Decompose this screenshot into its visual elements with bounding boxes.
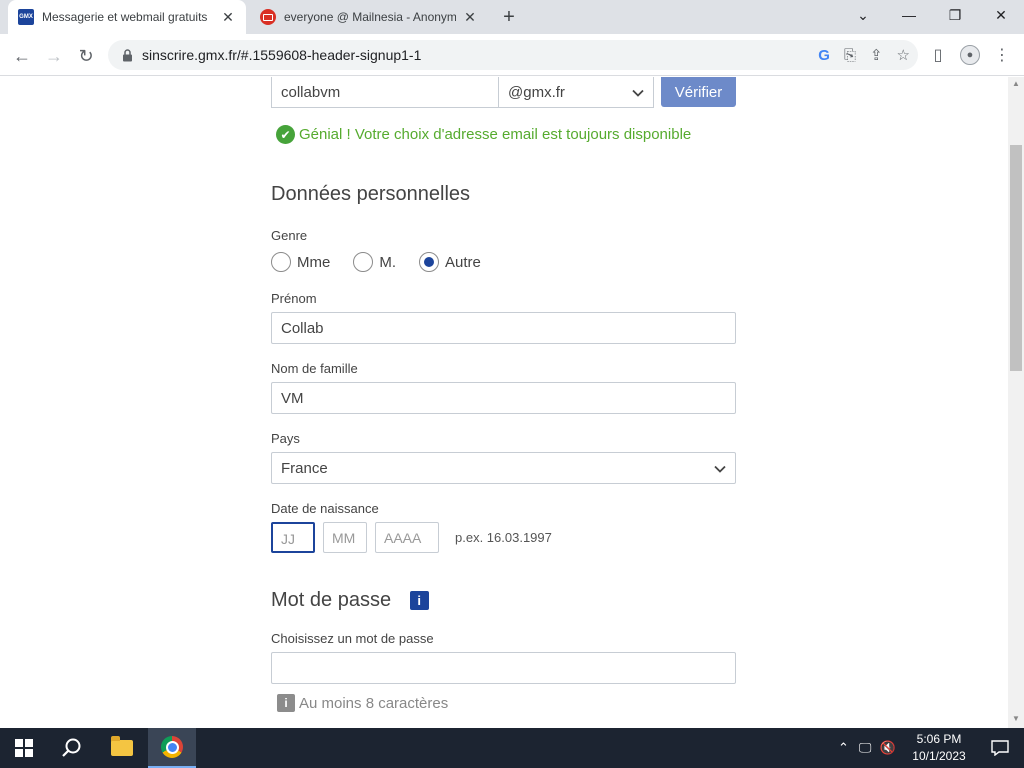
email-row: collabvm @gmx.fr — [271, 77, 654, 108]
email-local-input[interactable]: collabvm — [271, 77, 499, 108]
browser-tab-strip: GMX Messagerie et webmail gratuits ✕ eve… — [0, 0, 1024, 34]
first-name-label: Prénom — [271, 291, 317, 306]
tab-mailnesia[interactable]: everyone @ Mailnesia - Anonym ✕ — [250, 0, 488, 34]
radio-circle-icon[interactable] — [271, 252, 291, 272]
country-value: France — [281, 459, 328, 477]
start-button[interactable] — [0, 728, 48, 768]
volume-muted-icon[interactable]: 🔇 — [879, 740, 895, 756]
email-domain-value: @gmx.fr — [508, 83, 565, 101]
birthdate-label: Date de naissance — [271, 501, 379, 516]
network-icon[interactable]: 🖵 — [859, 740, 872, 756]
side-panel-icon[interactable]: ▯ — [925, 42, 951, 68]
info-icon[interactable]: i — [409, 591, 429, 611]
chevron-down-icon — [714, 460, 726, 477]
birth-day-input[interactable]: JJ — [271, 522, 315, 553]
address-bar[interactable]: sinscrire.gmx.fr/#.1559608-header-signup… — [108, 40, 918, 70]
radio-label: Autre — [445, 253, 481, 271]
tab-gmx[interactable]: GMX Messagerie et webmail gratuits ✕ — [8, 0, 246, 34]
scroll-thumb[interactable] — [1010, 145, 1022, 371]
browser-toolbar: ← → ↻ sinscrire.gmx.fr/#.1559608-header-… — [0, 34, 1024, 76]
tab-title: Messagerie et webmail gratuits — [42, 10, 208, 24]
availability-message: ✔ Génial ! Votre choix d'adresse email e… — [276, 125, 691, 144]
gender-label: Genre — [271, 228, 308, 243]
windows-logo-icon — [15, 739, 33, 757]
radio-m[interactable]: M. — [353, 252, 396, 272]
clock-date: 10/1/2023 — [912, 749, 966, 763]
gmx-favicon-icon: GMX — [18, 9, 34, 25]
bookmark-star-icon[interactable]: ☆ — [897, 46, 910, 64]
last-name-label: Nom de famille — [271, 361, 358, 376]
profile-button[interactable]: ● — [957, 42, 983, 68]
taskbar-clock[interactable]: 5:06 PM 10/1/2023 — [906, 731, 972, 765]
info-icon: i — [277, 694, 295, 712]
verify-button[interactable]: Vérifier — [661, 77, 736, 107]
tab-search-chevron-icon[interactable]: ⌄ — [840, 0, 886, 30]
translate-icon[interactable]: ⎘ — [844, 47, 856, 64]
password-heading-text: Mot de passe — [271, 589, 392, 611]
share-icon[interactable]: ⇪ — [870, 46, 883, 64]
close-icon[interactable]: ✕ — [220, 9, 236, 25]
chevron-up-icon[interactable]: ⌃ — [838, 740, 849, 756]
chrome-taskbar-icon[interactable] — [148, 728, 196, 768]
tab-title: everyone @ Mailnesia - Anonym — [284, 10, 456, 24]
google-icon[interactable]: G — [818, 47, 830, 64]
birth-year-input[interactable]: AAAA — [375, 522, 439, 553]
menu-dots-icon[interactable]: ⋮ — [989, 42, 1015, 68]
radio-autre[interactable]: Autre — [419, 252, 481, 272]
clock-time: 5:06 PM — [916, 732, 962, 746]
password-label: Choisissez un mot de passe — [271, 631, 434, 646]
maximize-button[interactable]: ❐ — [932, 0, 978, 30]
first-name-input[interactable]: Collab — [271, 312, 736, 344]
mailnesia-favicon-icon — [260, 9, 276, 25]
country-select[interactable]: France — [271, 452, 736, 484]
availability-text: Génial ! Votre choix d'adresse email est… — [299, 126, 692, 143]
radio-label: Mme — [297, 253, 331, 271]
minimize-button[interactable]: — — [886, 0, 932, 30]
forward-arrow-icon[interactable]: → — [40, 42, 68, 70]
email-domain-select[interactable]: @gmx.fr — [499, 77, 654, 108]
windows-taskbar: ⌃ 🖵 🔇 5:06 PM 10/1/2023 — [0, 728, 1024, 768]
back-arrow-icon[interactable]: ← — [8, 42, 36, 70]
reload-icon[interactable]: ↻ — [72, 42, 100, 70]
password-hint: i Au moins 8 caractères — [277, 694, 448, 712]
password-input[interactable] — [271, 652, 736, 684]
scroll-up-arrow-icon[interactable]: ▲ — [1008, 79, 1024, 91]
avatar-icon: ● — [960, 45, 980, 65]
page-viewport: collabvm @gmx.fr Vérifier ✔ Génial ! Vot… — [0, 77, 1008, 728]
personal-data-heading: Données personnelles — [271, 183, 471, 205]
birthdate-row: JJ MM AAAA p.ex. 16.03.1997 — [271, 522, 552, 553]
scroll-down-arrow-icon[interactable]: ▼ — [1008, 714, 1024, 726]
birthdate-example: p.ex. 16.03.1997 — [455, 530, 552, 545]
notification-icon[interactable] — [976, 728, 1024, 768]
url-text: sinscrire.gmx.fr/#.1559608-header-signup… — [142, 47, 422, 63]
check-circle-icon: ✔ — [276, 125, 295, 144]
system-tray: ⌃ 🖵 🔇 — [838, 728, 896, 768]
birth-month-input[interactable]: MM — [323, 522, 367, 553]
last-name-input[interactable]: VM — [271, 382, 736, 414]
radio-circle-icon[interactable] — [353, 252, 374, 272]
country-label: Pays — [271, 431, 300, 446]
password-hint-text: Au moins 8 caractères — [299, 694, 449, 712]
close-icon[interactable]: ✕ — [462, 9, 478, 25]
new-tab-button[interactable]: + — [497, 5, 521, 29]
search-icon[interactable] — [48, 728, 96, 768]
radio-checked-icon[interactable] — [419, 252, 440, 272]
page-scrollbar[interactable]: ▲ ▼ — [1008, 77, 1024, 728]
gender-radio-group: Mme M. Autre — [271, 252, 504, 272]
window-close-button[interactable]: ✕ — [978, 0, 1024, 30]
password-heading: Mot de passe i — [271, 589, 429, 612]
radio-mme[interactable]: Mme — [271, 252, 330, 272]
radio-label: M. — [379, 253, 397, 271]
chevron-down-icon — [632, 84, 644, 101]
lock-icon — [120, 48, 134, 62]
file-explorer-icon[interactable] — [98, 728, 146, 768]
